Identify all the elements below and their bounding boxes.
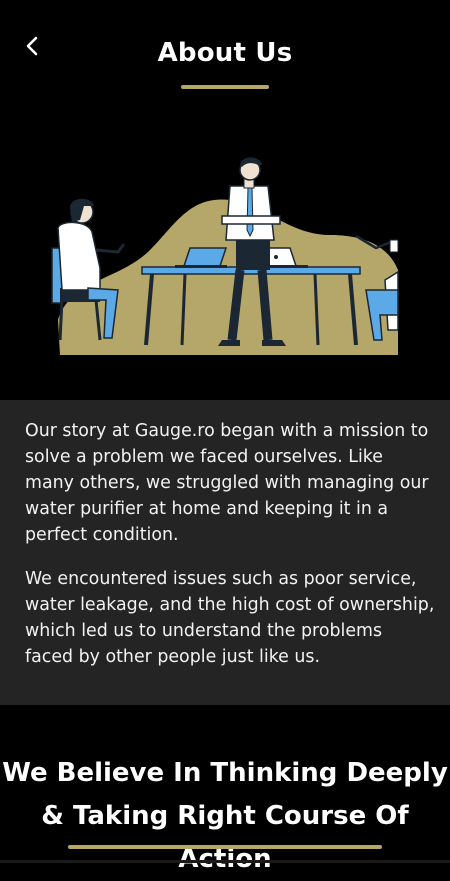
story-section: Our story at Gauge.ro began with a missi… [0, 400, 450, 705]
story-paragraph: Our story at Gauge.ro began with a missi… [25, 421, 429, 545]
header: About Us [0, 0, 450, 110]
believe-underline [68, 845, 382, 849]
page-title: About Us [157, 38, 293, 68]
title-underline [181, 85, 269, 89]
believe-line-2: & Taking Right Course Of Action [41, 801, 409, 874]
team-meeting-illustration [51, 157, 399, 355]
believe-line-1: We Believe In Thinking Deeply [2, 758, 448, 788]
story-paragraph: We encountered issues such as poor servi… [25, 569, 435, 667]
